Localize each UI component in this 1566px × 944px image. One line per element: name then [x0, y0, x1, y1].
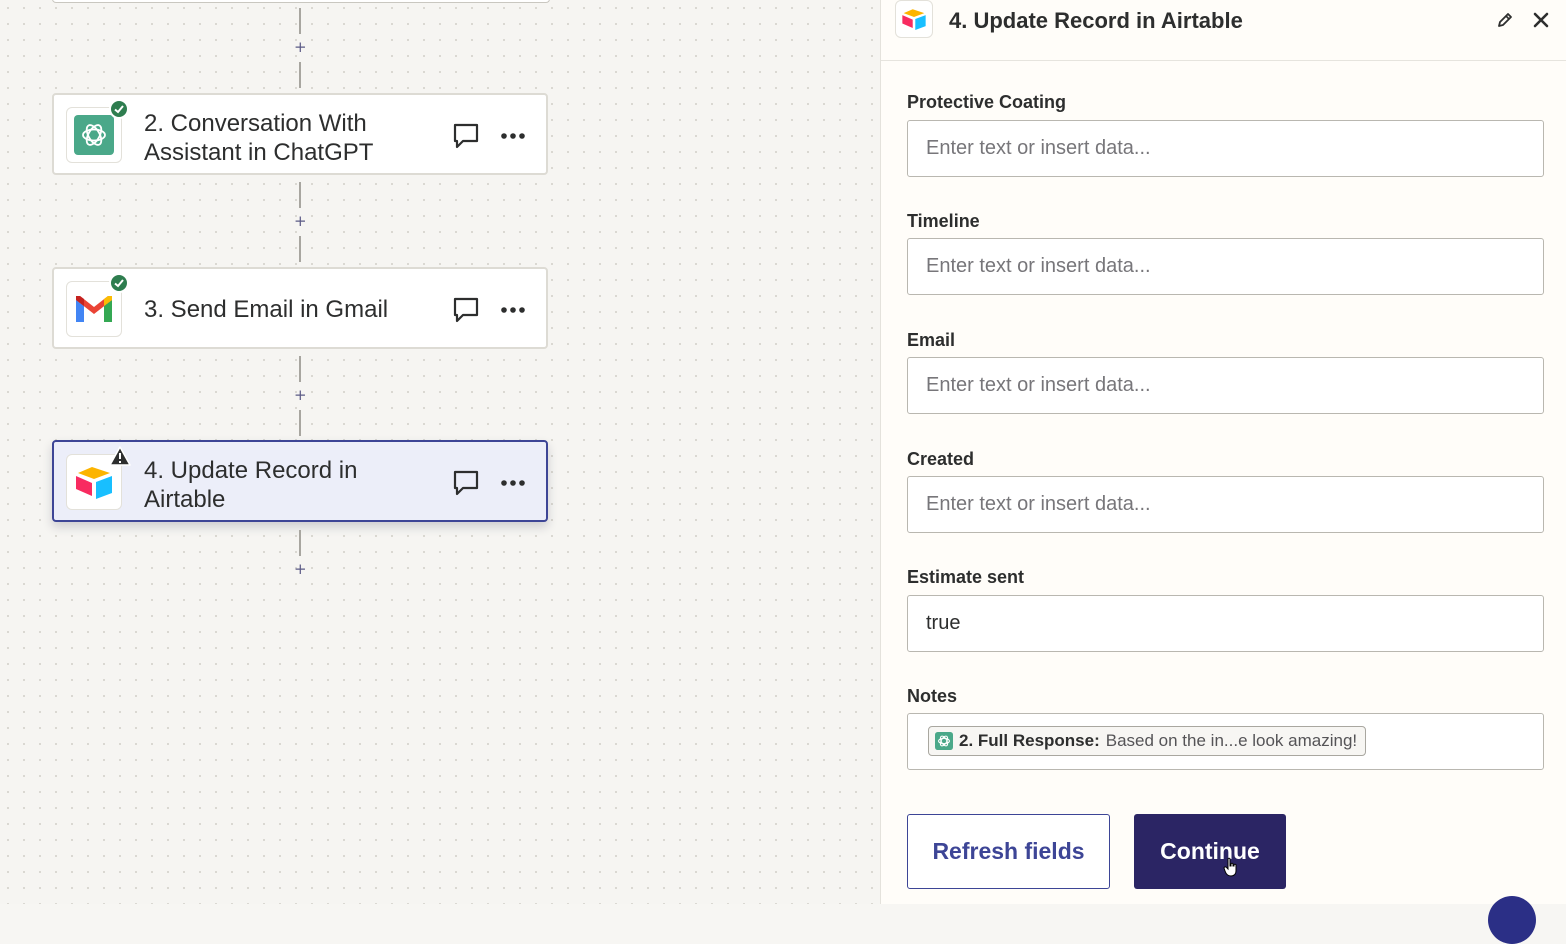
step-card-gmail[interactable]: 3. Send Email in Gmail: [52, 267, 548, 349]
estimate-sent-input[interactable]: true: [907, 595, 1544, 652]
connector-line: [299, 182, 301, 208]
step-title: 3. Send Email in Gmail: [144, 296, 389, 323]
step-card-airtable[interactable]: 4. Update Record in Airtable: [52, 440, 548, 522]
add-step-button[interactable]: +: [294, 562, 307, 577]
workflow-canvas[interactable]: + 2. Conversation With Assistant in Chat…: [0, 0, 880, 904]
help-chat-button[interactable]: [1488, 896, 1536, 944]
comment-icon[interactable]: [452, 469, 480, 497]
input-placeholder: Enter text or insert data...: [926, 137, 1151, 159]
close-icon[interactable]: [1531, 10, 1551, 30]
input-placeholder: Enter text or insert data...: [926, 374, 1151, 396]
connector-line: [299, 236, 301, 262]
airtable-icon: [895, 0, 933, 38]
more-options-icon[interactable]: [500, 305, 526, 315]
warning-icon: [109, 446, 131, 466]
field-label-estimate-sent: Estimate sent: [907, 567, 1025, 587]
connector-line: [299, 62, 301, 88]
success-check-icon: [109, 99, 129, 119]
timeline-input[interactable]: Enter text or insert data...: [907, 238, 1544, 295]
step-title: 4. Update Record in Airtable: [144, 457, 358, 513]
edit-pencil-icon[interactable]: [1495, 10, 1515, 30]
notes-input[interactable]: 2. Full Response: Based on the in...e lo…: [907, 713, 1544, 770]
more-options-icon[interactable]: [500, 131, 526, 141]
success-check-icon: [109, 273, 129, 293]
step-card-chatgpt[interactable]: 2. Conversation With Assistant in ChatGP…: [52, 93, 548, 175]
refresh-fields-button[interactable]: Refresh fields: [907, 814, 1110, 889]
add-step-button[interactable]: +: [294, 214, 307, 229]
panel-header: 4. Update Record in Airtable: [881, 0, 1566, 61]
hand-cursor-icon: [1223, 857, 1237, 877]
step-editor-panel: 4. Update Record in Airtable Protective …: [880, 0, 1566, 904]
protective-coating-input[interactable]: Enter text or insert data...: [907, 120, 1544, 177]
previous-step-card[interactable]: [52, 0, 550, 3]
input-placeholder: Enter text or insert data...: [926, 493, 1151, 515]
field-label-protective-coating: Protective Coating: [907, 92, 1067, 112]
data-mapping-pill[interactable]: 2. Full Response: Based on the in...e lo…: [928, 726, 1367, 756]
step-title: 2. Conversation With Assistant in ChatGP…: [144, 110, 374, 166]
field-label-timeline: Timeline: [907, 211, 980, 231]
panel-title: 4. Update Record in Airtable: [949, 8, 1243, 33]
email-input[interactable]: Enter text or insert data...: [907, 357, 1544, 414]
input-value: true: [926, 612, 961, 634]
add-step-button[interactable]: +: [294, 40, 307, 55]
connector-line: [299, 530, 301, 556]
chatgpt-icon: [935, 732, 953, 750]
connector-line: [299, 8, 301, 34]
field-label-email: Email: [907, 330, 956, 350]
add-step-button[interactable]: +: [294, 388, 307, 403]
input-placeholder: Enter text or insert data...: [926, 255, 1151, 277]
pill-field-name: 2. Full Response:: [959, 731, 1100, 750]
comment-icon[interactable]: [452, 296, 480, 324]
field-label-created: Created: [907, 449, 975, 469]
connector-line: [299, 356, 301, 382]
pill-field-value: Based on the in...e look amazing!: [1105, 731, 1358, 750]
connector-line: [299, 410, 301, 436]
continue-button[interactable]: Continue: [1134, 814, 1286, 889]
more-options-icon[interactable]: [500, 478, 526, 488]
field-label-notes: Notes: [907, 686, 958, 706]
comment-icon[interactable]: [452, 122, 480, 150]
created-input[interactable]: Enter text or insert data...: [907, 476, 1544, 533]
